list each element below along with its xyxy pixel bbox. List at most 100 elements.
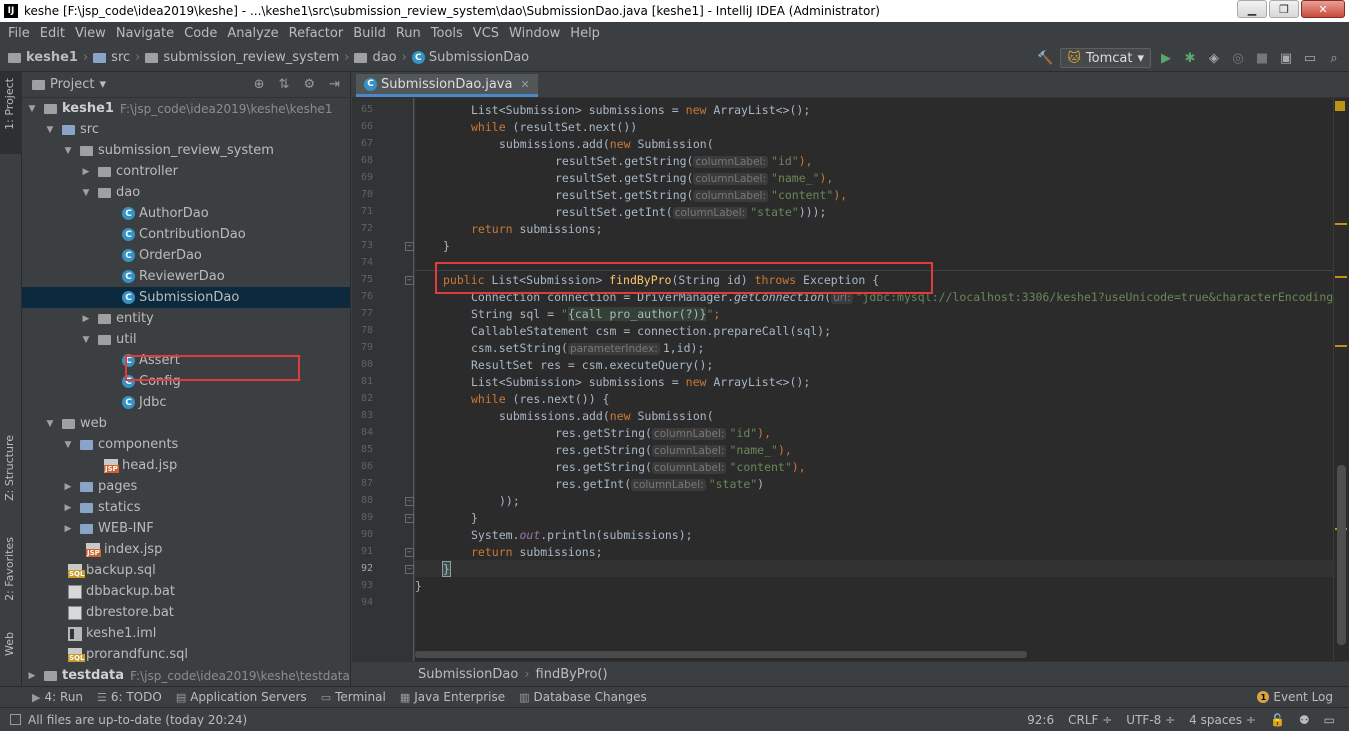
- indent-setting[interactable]: 4 spaces ÷: [1189, 713, 1256, 727]
- line-number[interactable]: 67: [352, 138, 373, 149]
- menu-code[interactable]: Code: [179, 26, 222, 41]
- tree-item-pages[interactable]: ▶ pages: [62, 476, 138, 497]
- caret-position[interactable]: 92:6: [1027, 713, 1054, 727]
- line-number[interactable]: 74: [352, 257, 373, 268]
- expanded-arrow-icon[interactable]: ▼: [62, 440, 74, 450]
- gear-icon[interactable]: ⚙: [303, 77, 315, 92]
- breadcrumb-src[interactable]: src ›: [93, 50, 145, 65]
- menu-edit[interactable]: Edit: [35, 26, 70, 41]
- build-hammer-icon[interactable]: 🔨: [1036, 49, 1054, 67]
- event-log-button[interactable]: 1 Event Log: [1257, 690, 1333, 704]
- coverage-icon[interactable]: ◈: [1205, 49, 1223, 67]
- menu-navigate[interactable]: Navigate: [111, 26, 179, 41]
- tree-item-components[interactable]: ▼ components: [62, 434, 179, 455]
- line-number[interactable]: 93: [352, 580, 373, 591]
- collapse-icon[interactable]: ⇅: [279, 77, 290, 92]
- line-number[interactable]: 72: [352, 223, 373, 234]
- app-servers-tool-button[interactable]: ▤ Application Servers: [176, 690, 307, 704]
- menu-run[interactable]: Run: [391, 26, 426, 41]
- tree-item-statics[interactable]: ▶ statics: [62, 497, 141, 518]
- menu-tools[interactable]: Tools: [426, 26, 468, 41]
- tree-item-dao[interactable]: ▼ dao: [80, 182, 141, 203]
- locate-icon[interactable]: ⊕: [254, 77, 265, 92]
- line-number[interactable]: 90: [352, 529, 373, 540]
- breadcrumb-dao[interactable]: dao ›: [354, 50, 411, 65]
- tree-item-orderdao[interactable]: C OrderDao: [116, 245, 202, 266]
- line-number[interactable]: 73: [352, 240, 373, 251]
- search-icon[interactable]: ⌕: [1325, 49, 1343, 67]
- tree-item-web-inf[interactable]: ▶ WEB-INF: [62, 518, 154, 539]
- tree-item-controller[interactable]: ▶ controller: [80, 161, 179, 182]
- menu-help[interactable]: Help: [565, 26, 605, 41]
- line-number[interactable]: 76: [352, 291, 373, 302]
- hide-icon[interactable]: ⇥: [329, 77, 340, 92]
- debug-icon[interactable]: ✱: [1181, 49, 1199, 67]
- breadcrumb-keshe1[interactable]: keshe1 ›: [8, 50, 93, 65]
- line-number[interactable]: 65: [352, 104, 373, 115]
- expanded-arrow-icon[interactable]: ▼: [26, 104, 38, 114]
- line-number[interactable]: 77: [352, 308, 373, 319]
- breadcrumb-package[interactable]: submission_review_system ›: [145, 50, 354, 65]
- expanded-arrow-icon[interactable]: ▼: [80, 188, 92, 198]
- fold-icon[interactable]: −: [405, 565, 414, 574]
- terminal-icon[interactable]: ▭: [1301, 49, 1319, 67]
- project-structure-icon[interactable]: ▣: [1277, 49, 1295, 67]
- fold-icon[interactable]: −: [405, 548, 414, 557]
- collapsed-arrow-icon[interactable]: ▶: [62, 503, 74, 513]
- inspector-icon[interactable]: ⚉: [1299, 713, 1310, 727]
- line-number[interactable]: 94: [352, 597, 373, 608]
- line-number[interactable]: 79: [352, 342, 373, 353]
- collapsed-arrow-icon[interactable]: ▶: [62, 524, 74, 534]
- expanded-arrow-icon[interactable]: ▼: [44, 125, 56, 135]
- tree-item-submissiondao[interactable]: C SubmissionDao: [22, 287, 350, 308]
- menu-refactor[interactable]: Refactor: [284, 26, 349, 41]
- line-number[interactable]: 84: [352, 427, 373, 438]
- notifications-icon[interactable]: ▭: [1324, 713, 1335, 727]
- line-number[interactable]: 89: [352, 512, 373, 523]
- line-number[interactable]: 91: [352, 546, 373, 557]
- tree-item-jdbc[interactable]: C Jdbc: [116, 392, 167, 413]
- favorites-tool-tab[interactable]: 2: Favorites: [3, 537, 16, 601]
- collapsed-arrow-icon[interactable]: ▶: [80, 167, 92, 177]
- collapsed-arrow-icon[interactable]: ▶: [26, 671, 38, 681]
- tree-item-backup-sql[interactable]: backup.sql: [62, 560, 156, 581]
- stop-icon[interactable]: ■: [1253, 49, 1271, 67]
- todo-tool-button[interactable]: ☰ 6: TODO: [97, 690, 162, 704]
- line-number[interactable]: 78: [352, 325, 373, 336]
- tree-item-authordao[interactable]: C AuthorDao: [116, 203, 209, 224]
- chevron-down-icon[interactable]: ▾: [99, 77, 106, 92]
- line-number[interactable]: 86: [352, 461, 373, 472]
- tree-item-keshe1-iml[interactable]: keshe1.iml: [62, 623, 156, 644]
- restore-icon[interactable]: ❐: [1269, 0, 1299, 18]
- line-separator[interactable]: CRLF ÷: [1068, 713, 1112, 727]
- line-number[interactable]: 75: [352, 274, 373, 285]
- fold-icon[interactable]: −: [405, 276, 414, 285]
- fold-icon[interactable]: −: [405, 497, 414, 506]
- line-number[interactable]: 71: [352, 206, 373, 217]
- line-number[interactable]: 70: [352, 189, 373, 200]
- run-config-select[interactable]: 🐱 Tomcat ▾: [1060, 48, 1151, 68]
- line-number[interactable]: 81: [352, 376, 373, 387]
- tree-item-src[interactable]: ▼ src: [44, 119, 99, 140]
- menu-build[interactable]: Build: [348, 26, 391, 41]
- menu-view[interactable]: View: [70, 26, 111, 41]
- database-changes-tool-button[interactable]: ▥ Database Changes: [519, 690, 647, 704]
- tree-item-entity[interactable]: ▶ entity: [80, 308, 154, 329]
- terminal-tool-button[interactable]: ▭ Terminal: [321, 690, 386, 704]
- structure-tool-tab[interactable]: Z: Structure: [3, 435, 16, 501]
- minimize-icon[interactable]: ▁: [1237, 0, 1267, 18]
- close-tab-icon[interactable]: ✕: [520, 78, 529, 91]
- crumb-method[interactable]: findByPro(): [536, 667, 608, 682]
- tree-item-index-jsp[interactable]: index.jsp: [80, 539, 162, 560]
- line-number[interactable]: 83: [352, 410, 373, 421]
- vertical-scrollbar[interactable]: [1337, 465, 1346, 645]
- tree-item-keshe1[interactable]: ▼ keshe1 F:\jsp_code\idea2019\keshe\keshe1: [26, 98, 333, 119]
- tree-item-contributiondao[interactable]: C ContributionDao: [116, 224, 246, 245]
- tree-item-dbbackup-bat[interactable]: dbbackup.bat: [62, 581, 175, 602]
- run-tool-button[interactable]: ▶ 4: Run: [32, 690, 83, 704]
- tool-windows-toggle-icon[interactable]: [10, 714, 21, 725]
- editor-tab-submissiondao[interactable]: C SubmissionDao.java ✕: [356, 74, 538, 97]
- tree-item-web[interactable]: ▼ web: [44, 413, 107, 434]
- lock-icon[interactable]: 🔓: [1270, 713, 1285, 727]
- line-number[interactable]: 66: [352, 121, 373, 132]
